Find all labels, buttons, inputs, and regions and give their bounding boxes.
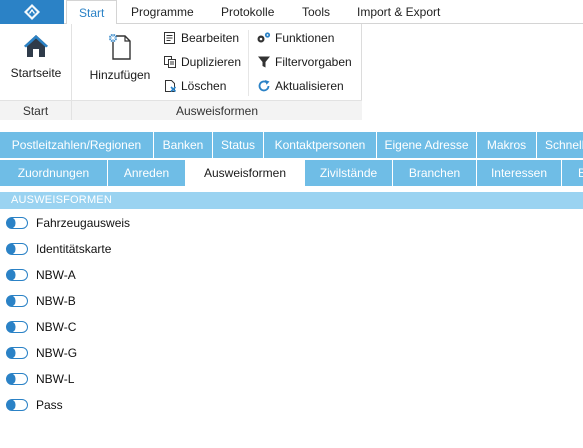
aktualisieren-button[interactable]: Aktualisieren	[256, 76, 344, 96]
tag-icon	[6, 217, 28, 229]
list-item[interactable]: NBW-C	[0, 314, 583, 340]
ribbon-group-label-ausweisformen: Ausweisformen	[72, 100, 362, 120]
tab-schnell[interactable]: Schnell	[537, 132, 583, 158]
list-item[interactable]: NBW-L	[0, 366, 583, 392]
tab-import-export[interactable]: Import & Export	[345, 0, 452, 24]
menu-bar: Start Programme Protokolle Tools Import …	[0, 0, 583, 25]
tab-ausweisformen[interactable]: Ausweisformen	[186, 160, 305, 186]
ausweisformen-list: Fahrzeugausweis Identitätskarte NBW-A NB…	[0, 210, 583, 418]
ribbon-group-ausweisformen: Hinzufügen Bearbeiten Duplizieren Lösche…	[72, 24, 362, 120]
loeschen-label: Löschen	[181, 79, 227, 93]
tag-icon	[6, 399, 28, 411]
tag-icon	[6, 243, 28, 255]
tab-programme[interactable]: Programme	[119, 0, 206, 24]
duplicate-icon	[162, 54, 178, 70]
app-logo-icon	[24, 4, 40, 20]
aktualisieren-label: Aktualisieren	[275, 79, 344, 93]
ribbon-gap	[0, 120, 583, 132]
hinzufuegen-label: Hinzufügen	[89, 68, 151, 82]
delete-document-icon	[162, 78, 178, 94]
gears-icon	[256, 30, 272, 46]
list-item-label: NBW-A	[36, 268, 76, 282]
list-item-label: NBW-C	[36, 320, 77, 334]
tab-zuordnungen[interactable]: Zuordnungen	[0, 160, 108, 186]
app-menu-button[interactable]	[0, 0, 64, 24]
ribbon: Startseite Start Hinzufügen Bearbeiten D…	[0, 24, 362, 120]
tab-interessen[interactable]: Interessen	[477, 160, 562, 186]
tag-icon	[6, 321, 28, 333]
tab-start[interactable]: Start	[66, 0, 118, 25]
bearbeiten-label: Bearbeiten	[181, 31, 240, 45]
home-icon	[24, 35, 48, 57]
list-item[interactable]: NBW-G	[0, 340, 583, 366]
ribbon-group-start: Startseite Start	[0, 24, 72, 120]
tag-icon	[6, 295, 28, 307]
section-header: AUSWEISFORMEN	[0, 192, 583, 209]
list-item-label: Fahrzeugausweis	[36, 216, 131, 230]
duplizieren-label: Duplizieren	[181, 55, 242, 69]
tab-makros[interactable]: Makros	[477, 132, 537, 158]
tab-status[interactable]: Status	[213, 132, 264, 158]
tag-icon	[6, 269, 28, 281]
tab-postleitzahlen-regionen[interactable]: Postleitzahlen/Regionen	[0, 132, 154, 158]
list-item[interactable]: Fahrzeugausweis	[0, 210, 583, 236]
tab-kontaktpersonen[interactable]: Kontaktpersonen	[264, 132, 377, 158]
ribbon-group-label-start: Start	[0, 100, 71, 120]
ribbon-separator	[248, 30, 249, 96]
list-item-label: Pass	[36, 398, 63, 412]
funktionen-button[interactable]: Funktionen	[256, 28, 334, 48]
category-tabs-row-2: Zuordnungen Anreden Ausweisformen Zivils…	[0, 160, 583, 186]
ribbon-empty-area	[362, 24, 583, 120]
category-tabs-row-1: Postleitzahlen/Regionen Banken Status Ko…	[0, 132, 583, 158]
tag-icon	[6, 373, 28, 385]
list-item-label: NBW-L	[36, 372, 75, 386]
filtervorgaben-button[interactable]: Filtervorgaben	[256, 52, 352, 72]
tab-eigene-adresse[interactable]: Eigene Adresse	[377, 132, 477, 158]
loeschen-button[interactable]: Löschen	[162, 76, 226, 96]
list-item-label: Identitätskarte	[36, 242, 112, 256]
list-item-label: NBW-G	[36, 346, 78, 360]
tab-zivilstaende[interactable]: Zivilstände	[305, 160, 393, 186]
funktionen-label: Funktionen	[275, 31, 335, 45]
hinzufuegen-button[interactable]: Hinzufügen	[86, 32, 154, 82]
list-item[interactable]: Pass	[0, 392, 583, 418]
startseite-button[interactable]: Startseite	[8, 32, 64, 80]
list-item[interactable]: NBW-A	[0, 262, 583, 288]
tab-banken[interactable]: Banken	[154, 132, 213, 158]
edit-icon	[162, 30, 178, 46]
new-document-icon	[109, 34, 131, 60]
tab-branchen[interactable]: Branchen	[393, 160, 477, 186]
filter-icon	[256, 54, 272, 70]
list-item[interactable]: NBW-B	[0, 288, 583, 314]
list-item-label: NBW-B	[36, 294, 76, 308]
list-item[interactable]: Identitätskarte	[0, 236, 583, 262]
tab-tools[interactable]: Tools	[290, 0, 342, 24]
filtervorgaben-label: Filtervorgaben	[275, 55, 352, 69]
tab-b[interactable]: B	[562, 160, 583, 186]
tag-icon	[6, 347, 28, 359]
startseite-label: Startseite	[10, 66, 62, 80]
refresh-icon	[256, 78, 272, 94]
duplizieren-button[interactable]: Duplizieren	[162, 52, 241, 72]
tab-anreden[interactable]: Anreden	[108, 160, 186, 186]
tab-protokolle[interactable]: Protokolle	[209, 0, 286, 24]
bearbeiten-button[interactable]: Bearbeiten	[162, 28, 239, 48]
